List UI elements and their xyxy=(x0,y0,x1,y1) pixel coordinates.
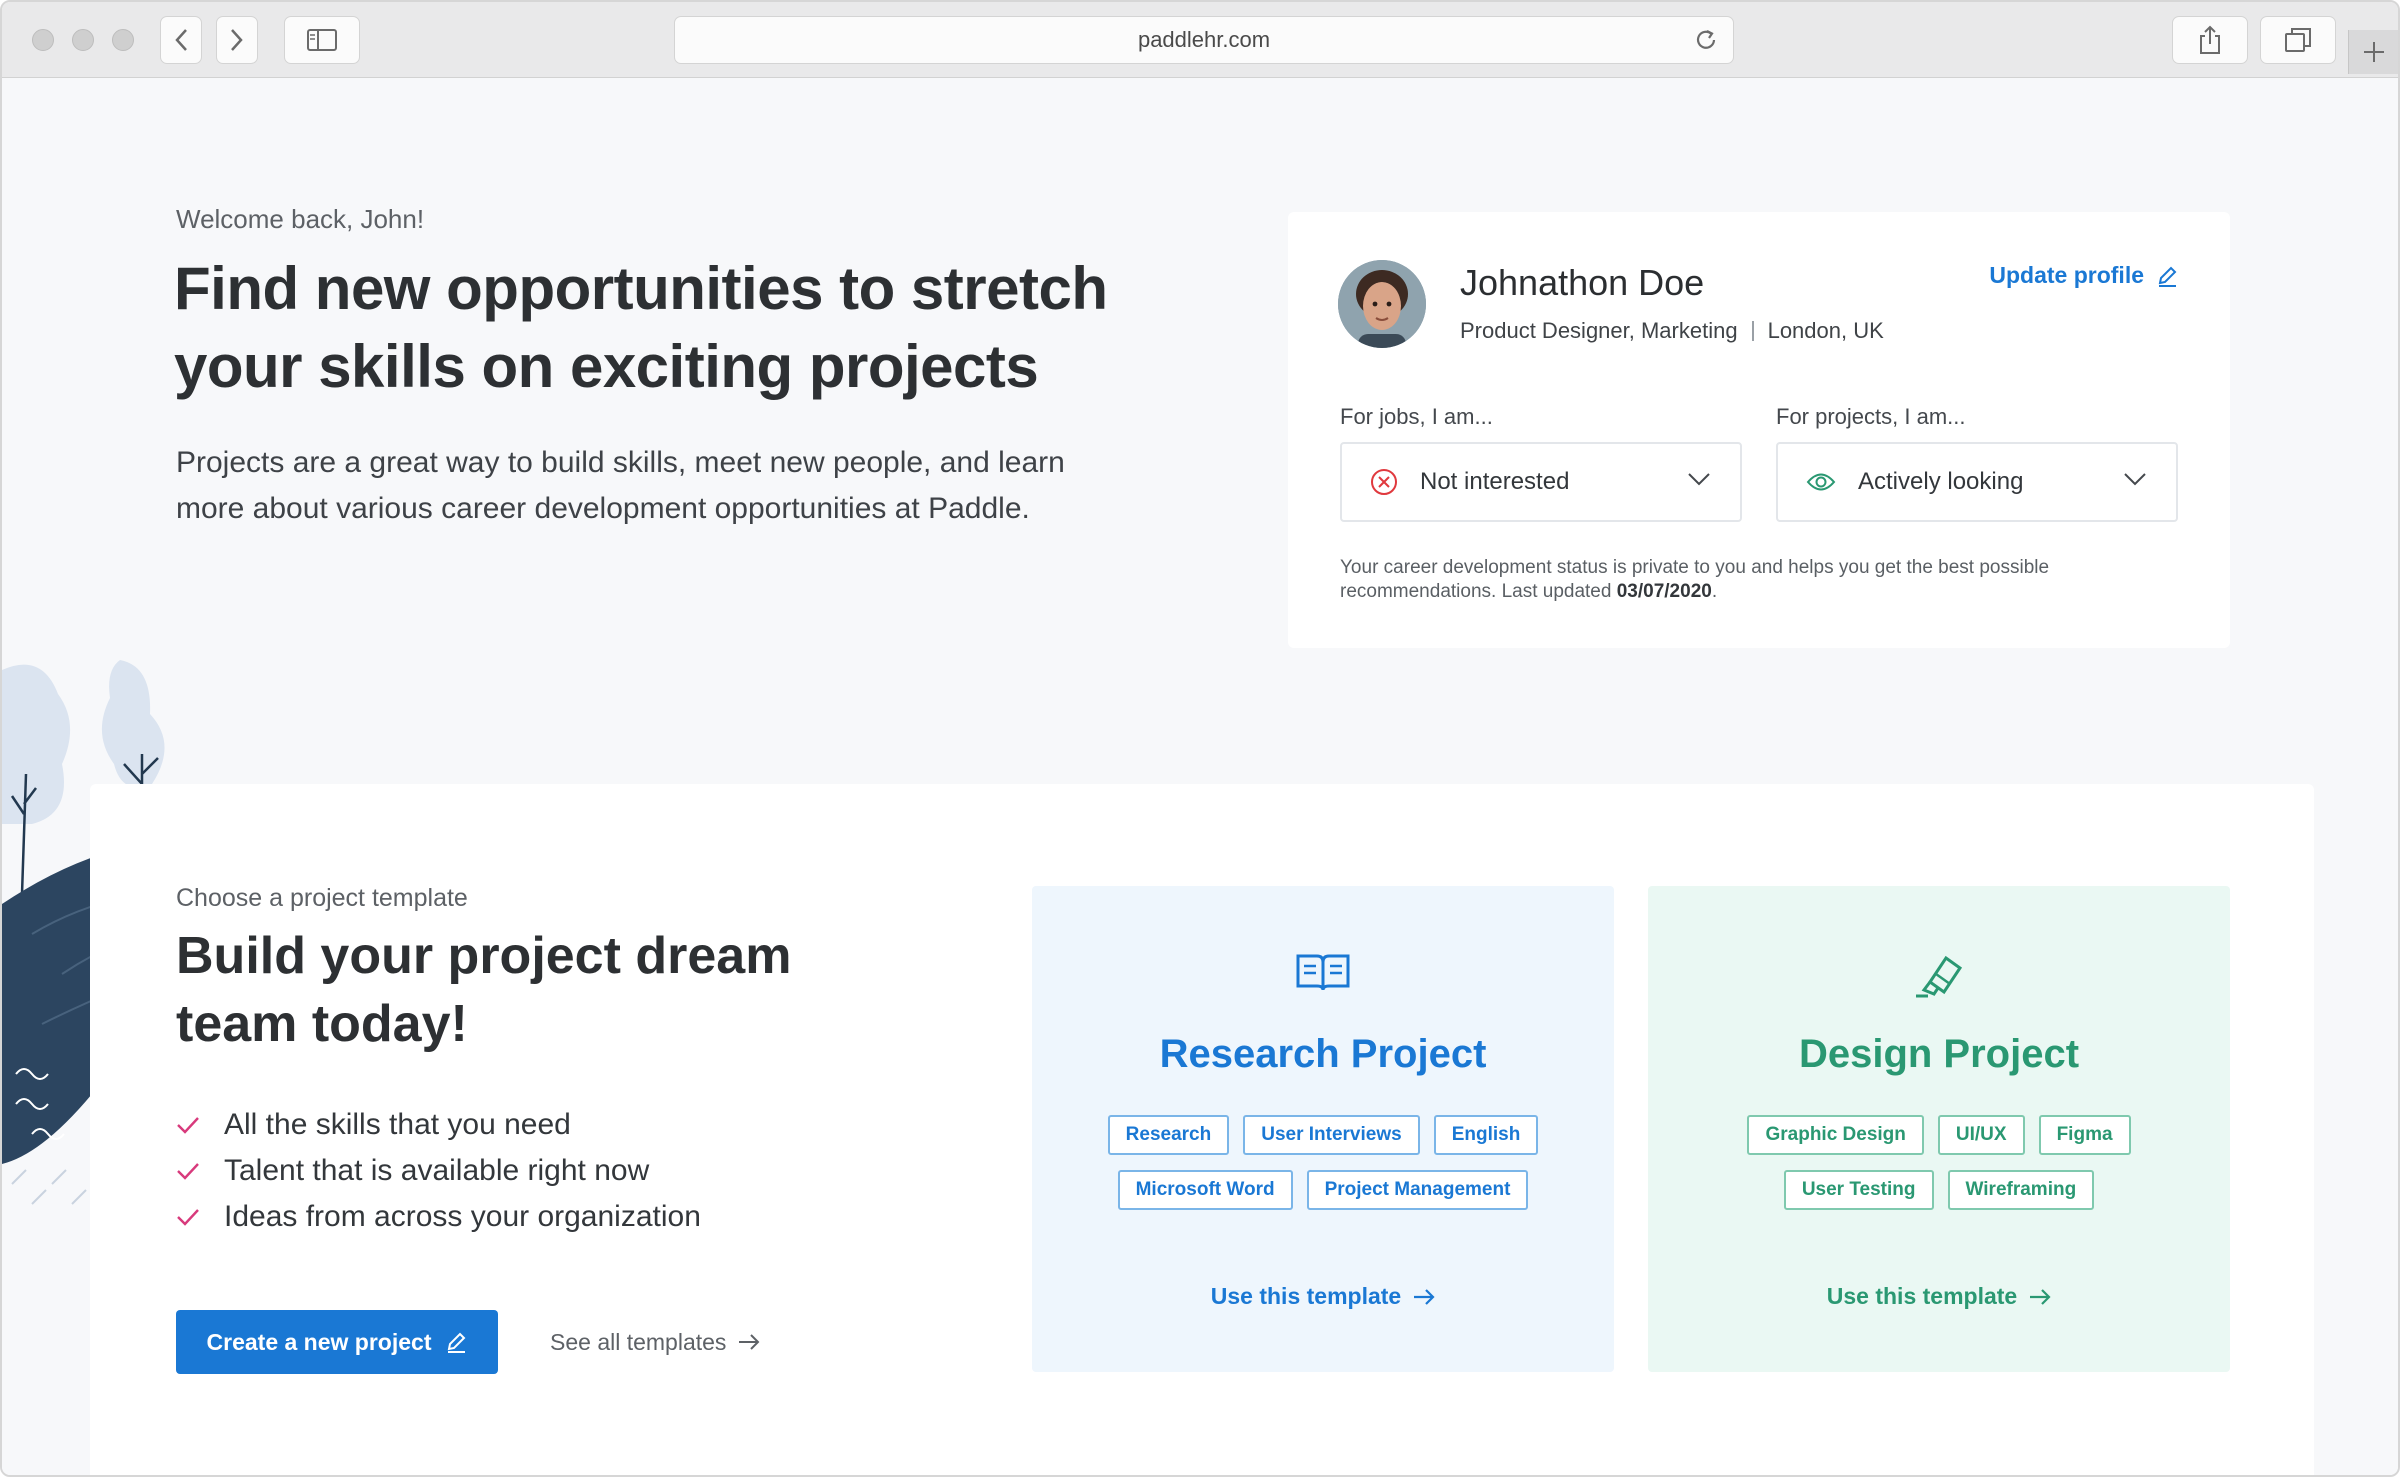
projects-status-value: Actively looking xyxy=(1858,468,2024,495)
share-button[interactable] xyxy=(2172,16,2248,64)
chevron-down-icon xyxy=(1688,473,1710,486)
highlighter-icon xyxy=(1912,952,1966,1002)
meta-divider xyxy=(1751,321,1754,341)
address-bar[interactable]: paddlehr.com xyxy=(674,16,1734,64)
browser-toolbar: paddlehr.com xyxy=(2,2,2398,78)
arrow-right-icon xyxy=(1414,1288,1435,1305)
section-title: Build your project dream team today! xyxy=(176,922,876,1058)
benefits-list: All the skills that you need Talent that… xyxy=(176,1102,701,1240)
projects-status-select[interactable]: Actively looking xyxy=(1776,442,2178,522)
jobs-status-select[interactable]: Not interested xyxy=(1340,442,1742,522)
forward-button[interactable] xyxy=(216,16,258,64)
research-template-card[interactable]: Research Project Research User Interview… xyxy=(1032,886,1614,1372)
tag-list: Research User Interviews English Microso… xyxy=(1088,1115,1558,1210)
privacy-end: . xyxy=(1711,581,1718,602)
headline-line-1: Find new opportunities to stretch xyxy=(174,255,1108,322)
profile-role: Product Designer, Marketing xyxy=(1460,318,1738,343)
intro-line-1: Projects are a great way to build skills… xyxy=(176,446,1065,479)
use-research-template-link[interactable]: Use this template xyxy=(1211,1283,1435,1310)
skill-tag[interactable]: Microsoft Word xyxy=(1117,1170,1293,1210)
template-title: Design Project xyxy=(1798,1032,2080,1076)
section-title-line-2: team today! xyxy=(176,995,468,1053)
profile-name: Johnathon Doe xyxy=(1460,262,1705,303)
tabs-icon xyxy=(2285,28,2311,52)
skill-tag[interactable]: UI/UX xyxy=(1937,1115,2025,1155)
checkmark-icon xyxy=(176,1207,224,1227)
skill-tag[interactable]: User Interviews xyxy=(1243,1115,1420,1155)
welcome-text: Welcome back, John! xyxy=(176,204,425,234)
update-profile-link[interactable]: Update profile xyxy=(1989,262,2178,289)
tabs-overview-button[interactable] xyxy=(2260,16,2336,64)
sidebar-icon xyxy=(307,29,337,51)
benefit-item: All the skills that you need xyxy=(176,1102,701,1148)
create-project-button[interactable]: Create a new project xyxy=(176,1310,498,1374)
design-template-card[interactable]: Design Project Graphic Design UI/UX Figm… xyxy=(1648,886,2230,1372)
create-project-label: Create a new project xyxy=(206,1328,432,1355)
skill-tag[interactable]: Figma xyxy=(2038,1115,2131,1155)
share-icon xyxy=(2200,25,2220,54)
avatar xyxy=(1338,260,1426,348)
skill-tag[interactable]: Research xyxy=(1107,1115,1230,1155)
template-title: Research Project xyxy=(1159,1032,1487,1076)
benefit-text: Talent that is available right now xyxy=(224,1154,650,1187)
browser-window: paddlehr.com Welcome back, John! Find ne… xyxy=(0,0,2400,1477)
back-button[interactable] xyxy=(160,16,202,64)
see-all-label: See all templates xyxy=(550,1328,727,1355)
arrow-right-icon xyxy=(2030,1288,2051,1305)
pencil-icon xyxy=(2158,266,2177,287)
intro-text: Projects are a great way to build skills… xyxy=(176,440,1106,532)
update-profile-label: Update profile xyxy=(1989,262,2144,288)
plus-icon xyxy=(2363,42,2384,62)
see-all-templates-link[interactable]: See all templates xyxy=(550,1310,760,1374)
profile-meta: Product Designer, Marketing London, UK xyxy=(1460,318,1884,344)
arrow-right-icon xyxy=(739,1334,760,1350)
benefit-text: Ideas from across your organization xyxy=(224,1200,701,1233)
minimize-window-button[interactable] xyxy=(72,29,94,51)
headline-line-2: your skills on exciting projects xyxy=(174,333,1039,400)
eye-icon xyxy=(1806,471,1836,493)
tag-list: Graphic Design UI/UX Figma User Testing … xyxy=(1704,1115,2174,1210)
last-updated-date: 03/07/2020 xyxy=(1616,581,1712,602)
benefit-item: Talent that is available right now xyxy=(176,1148,701,1194)
jobs-status-label: For jobs, I am... xyxy=(1340,404,1493,429)
chevron-down-icon xyxy=(2124,473,2146,486)
chevron-right-icon xyxy=(231,29,243,51)
profile-location: London, UK xyxy=(1767,318,1884,343)
skill-tag[interactable]: User Testing xyxy=(1783,1170,1934,1210)
reload-icon[interactable] xyxy=(1693,27,1719,53)
projects-status-label: For projects, I am... xyxy=(1776,404,1966,429)
pencil-icon xyxy=(448,1332,466,1353)
skill-tag[interactable]: English xyxy=(1433,1115,1539,1155)
sidebar-toggle-button[interactable] xyxy=(284,16,360,64)
benefit-text: All the skills that you need xyxy=(224,1108,571,1141)
book-icon xyxy=(1295,952,1351,1002)
section-title-line-1: Build your project dream xyxy=(176,927,792,985)
checkmark-icon xyxy=(176,1161,224,1181)
not-interested-icon xyxy=(1370,468,1398,496)
use-template-label: Use this template xyxy=(1826,1283,2018,1309)
templates-panel: Choose a project template Build your pro… xyxy=(90,784,2314,1475)
chevron-left-icon xyxy=(175,29,187,51)
benefit-item: Ideas from across your organization xyxy=(176,1194,701,1240)
skill-tag[interactable]: Graphic Design xyxy=(1747,1115,1924,1155)
jobs-status-value: Not interested xyxy=(1420,468,1570,495)
zoom-window-button[interactable] xyxy=(112,29,134,51)
close-window-button[interactable] xyxy=(32,29,54,51)
new-tab-button[interactable] xyxy=(2348,30,2398,74)
page-content: Welcome back, John! Find new opportuniti… xyxy=(2,78,2398,1475)
avatar-portrait xyxy=(1338,260,1426,348)
use-design-template-link[interactable]: Use this template xyxy=(1827,1283,2051,1310)
checkmark-icon xyxy=(176,1115,224,1135)
intro-line-2: more about various career development op… xyxy=(176,492,1030,525)
page-headline: Find new opportunities to stretch your s… xyxy=(174,250,1114,406)
profile-card: Johnathon Doe Product Designer, Marketin… xyxy=(1288,212,2230,648)
url-text: paddlehr.com xyxy=(1137,27,1271,52)
use-template-label: Use this template xyxy=(1210,1283,1402,1309)
section-eyebrow: Choose a project template xyxy=(176,884,468,912)
privacy-note: Your career development status is privat… xyxy=(1340,556,2160,604)
skill-tag[interactable]: Wireframing xyxy=(1947,1170,2095,1210)
skill-tag[interactable]: Project Management xyxy=(1306,1170,1529,1210)
